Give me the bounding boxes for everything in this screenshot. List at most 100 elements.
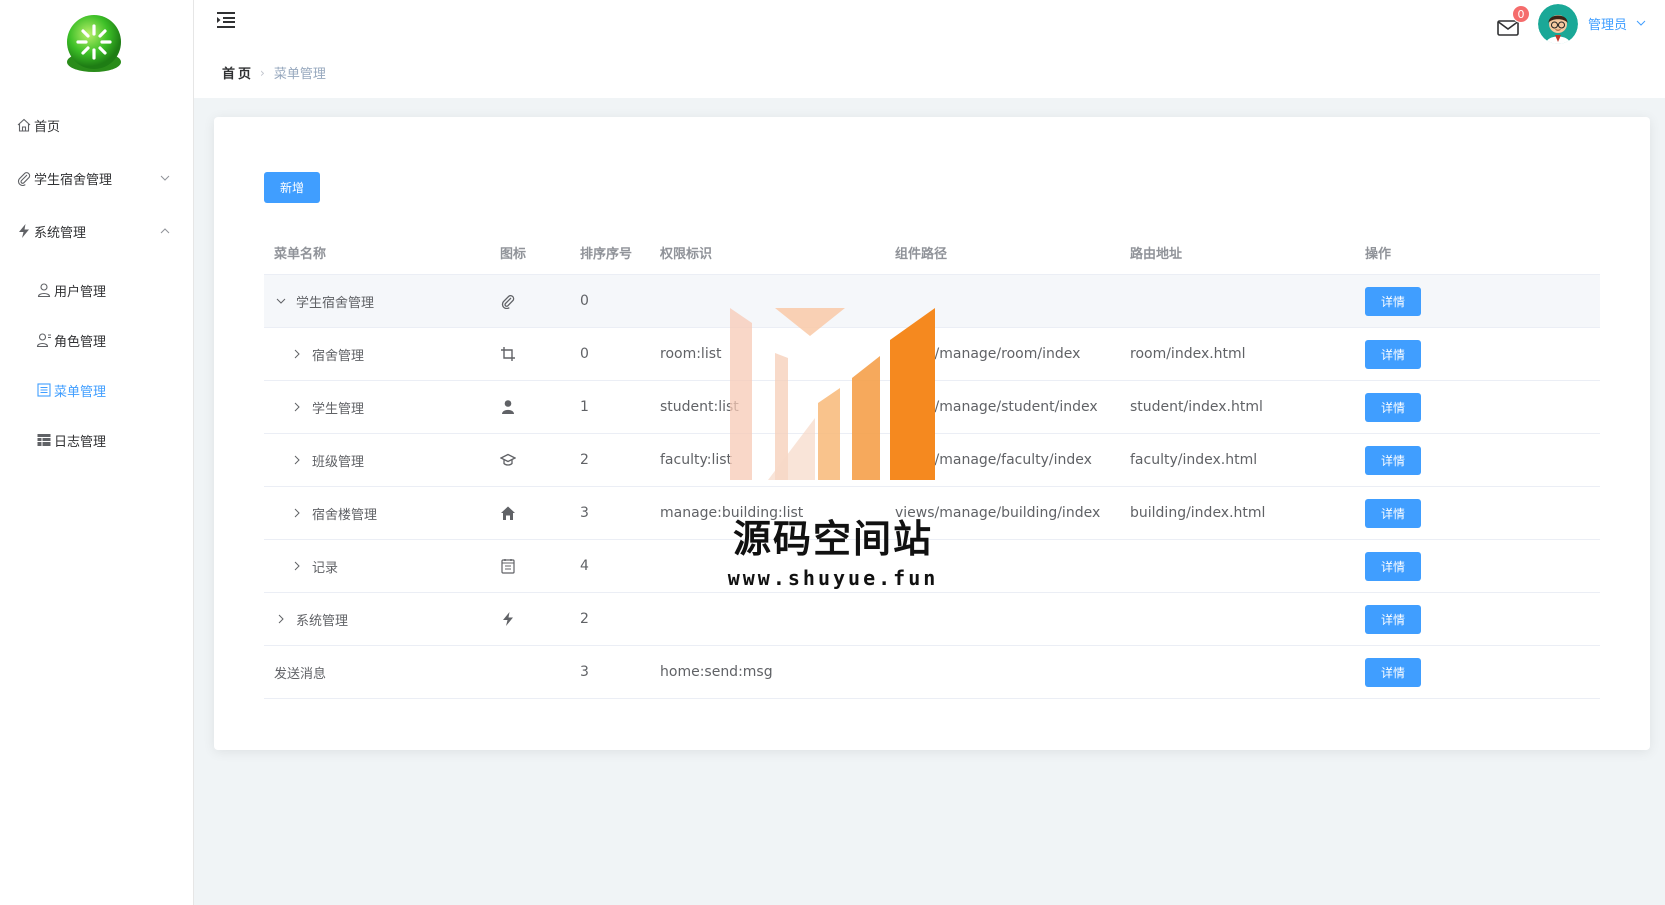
menu-permission: student:list xyxy=(660,399,739,415)
user-solid-icon xyxy=(502,400,514,414)
table-header: 菜单名称 图标 排序序号 权限标识 组件路径 路由地址 操作 xyxy=(264,231,1600,275)
chevron-right-icon[interactable] xyxy=(290,453,304,467)
menu-order: 2 xyxy=(580,611,589,627)
detail-button[interactable]: 详情 xyxy=(1365,339,1421,369)
chevron-right-icon[interactable] xyxy=(290,506,304,520)
main-card: 新增 菜单名称 图标 排序序号 权限标识 组件路径 路由地址 操作 学生宿舍管理… xyxy=(214,117,1650,750)
column-header-actions: 操作 xyxy=(1365,247,1392,262)
table-row[interactable]: 学生管理 1 student:list views/manage/student… xyxy=(264,381,1600,434)
menu-name: 学生管理 xyxy=(312,401,365,417)
sidebar-item-label: 日志管理 xyxy=(54,434,107,450)
graduation-cap-icon xyxy=(500,453,516,466)
sidebar-item-roles[interactable]: 角色管理 xyxy=(0,320,193,360)
menu-route: student/index.html xyxy=(1130,399,1263,415)
sidebar-item-users[interactable]: 用户管理 xyxy=(0,270,193,310)
menu-name: 宿舍楼管理 xyxy=(312,507,378,523)
chevron-right-icon[interactable] xyxy=(290,400,304,414)
sidebar-item-dorm-management[interactable]: 学生宿舍管理 xyxy=(0,158,193,198)
menu-component: views/manage/building/index xyxy=(895,505,1101,521)
house-icon xyxy=(501,506,515,520)
detail-button[interactable]: 详情 xyxy=(1365,551,1421,581)
menu-name: 宿舍管理 xyxy=(312,348,365,364)
paperclip-icon xyxy=(501,295,515,309)
menu-route: building/index.html xyxy=(1130,505,1266,521)
menu-name: 系统管理 xyxy=(296,613,349,629)
column-header-icon: 图标 xyxy=(500,247,527,262)
menu-order: 1 xyxy=(580,399,589,415)
menu-permission: faculty:list xyxy=(660,452,733,468)
sidebar: 首页 学生宿舍管理 系统管理 用户管理 角色管理 菜单管理 日志管理 xyxy=(0,0,194,905)
sidebar-item-system-management[interactable]: 系统管理 xyxy=(0,211,193,251)
menu-order: 0 xyxy=(580,293,589,309)
menu-name: 发送消息 xyxy=(274,666,327,682)
chevron-up-icon xyxy=(160,228,170,234)
detail-button[interactable]: 详情 xyxy=(1365,498,1421,528)
column-header-route: 路由地址 xyxy=(1130,247,1183,262)
app-logo-icon[interactable] xyxy=(62,12,126,76)
header: 首页 › 菜单管理 0 管理员 xyxy=(194,0,1665,98)
sidebar-item-label: 菜单管理 xyxy=(54,384,107,400)
table-row[interactable]: 发送消息 3 home:send:msg 详情 xyxy=(264,646,1600,699)
table-row[interactable]: 宿舍楼管理 3 manage:building:list views/manag… xyxy=(264,487,1600,540)
table-row[interactable]: 学生宿舍管理 0 详情 xyxy=(264,275,1600,328)
column-header-component: 组件路径 xyxy=(895,247,948,262)
chevron-down-icon[interactable] xyxy=(1636,18,1646,28)
table-row[interactable]: 系统管理 2 详情 xyxy=(264,593,1600,646)
detail-button[interactable]: 详情 xyxy=(1365,286,1421,316)
detail-button[interactable]: 详情 xyxy=(1365,604,1421,634)
avatar[interactable] xyxy=(1538,4,1578,44)
tickets-icon xyxy=(37,383,51,397)
menu-permission: manage:building:list xyxy=(660,505,804,521)
table-row[interactable]: 宿舍管理 0 room:list views/manage/room/index… xyxy=(264,328,1600,381)
menu-order: 4 xyxy=(580,558,589,574)
menu-order: 2 xyxy=(580,452,589,468)
user-setting-icon xyxy=(36,333,51,348)
detail-button[interactable]: 详情 xyxy=(1365,657,1421,687)
menu-order: 3 xyxy=(580,505,589,521)
mail-badge: 0 xyxy=(1512,5,1530,23)
lightning-icon xyxy=(503,612,513,626)
sidebar-item-label: 首页 xyxy=(34,119,61,135)
menu-component: views/manage/room/index xyxy=(895,346,1081,362)
breadcrumb-current: 菜单管理 xyxy=(273,67,326,82)
sidebar-item-label: 角色管理 xyxy=(54,334,107,350)
table-row[interactable]: 班级管理 2 faculty:list views/manage/faculty… xyxy=(264,434,1600,487)
sidebar-item-label: 用户管理 xyxy=(54,284,107,300)
user-name[interactable]: 管理员 xyxy=(1588,14,1627,33)
menu-permission: room:list xyxy=(660,346,722,362)
table-row[interactable]: 记录 4 详情 xyxy=(264,540,1600,593)
breadcrumb-separator-icon: › xyxy=(260,65,265,80)
breadcrumb-home[interactable]: 首页 xyxy=(222,63,254,82)
menu-name: 班级管理 xyxy=(312,454,365,470)
menu-order: 3 xyxy=(580,664,589,680)
add-button[interactable]: 新增 xyxy=(264,172,320,203)
hamburger-icon[interactable] xyxy=(216,10,236,30)
chevron-down-icon[interactable] xyxy=(274,294,288,308)
detail-button[interactable]: 详情 xyxy=(1365,445,1421,475)
chevron-right-icon[interactable] xyxy=(290,559,304,573)
sidebar-item-menus[interactable]: 菜单管理 xyxy=(0,370,193,410)
menu-name: 学生宿舍管理 xyxy=(296,295,375,311)
detail-button[interactable]: 详情 xyxy=(1365,392,1421,422)
menu-name: 记录 xyxy=(312,560,339,576)
menu-table: 菜单名称 图标 排序序号 权限标识 组件路径 路由地址 操作 学生宿舍管理 0 … xyxy=(264,231,1600,699)
menu-component: views/manage/faculty/index xyxy=(895,452,1092,468)
chevron-right-icon[interactable] xyxy=(290,347,304,361)
notebook-icon xyxy=(501,559,515,574)
chevron-right-icon[interactable] xyxy=(274,612,288,626)
column-header-name: 菜单名称 xyxy=(274,247,327,262)
menu-component: views/manage/student/index xyxy=(895,399,1098,415)
sidebar-item-label: 学生宿舍管理 xyxy=(34,172,113,188)
sidebar-item-home[interactable]: 首页 xyxy=(0,105,193,145)
menu-route: faculty/index.html xyxy=(1130,452,1258,468)
menu-order: 0 xyxy=(580,346,589,362)
crop-icon xyxy=(501,347,515,361)
paperclip-icon xyxy=(17,172,31,186)
column-header-permission: 权限标识 xyxy=(660,247,713,262)
lightning-icon xyxy=(19,224,29,238)
column-header-order: 排序序号 xyxy=(580,247,633,262)
sidebar-item-logs[interactable]: 日志管理 xyxy=(0,420,193,460)
chevron-down-icon xyxy=(160,175,170,181)
user-icon xyxy=(37,283,51,298)
sidebar-item-label: 系统管理 xyxy=(34,225,87,241)
